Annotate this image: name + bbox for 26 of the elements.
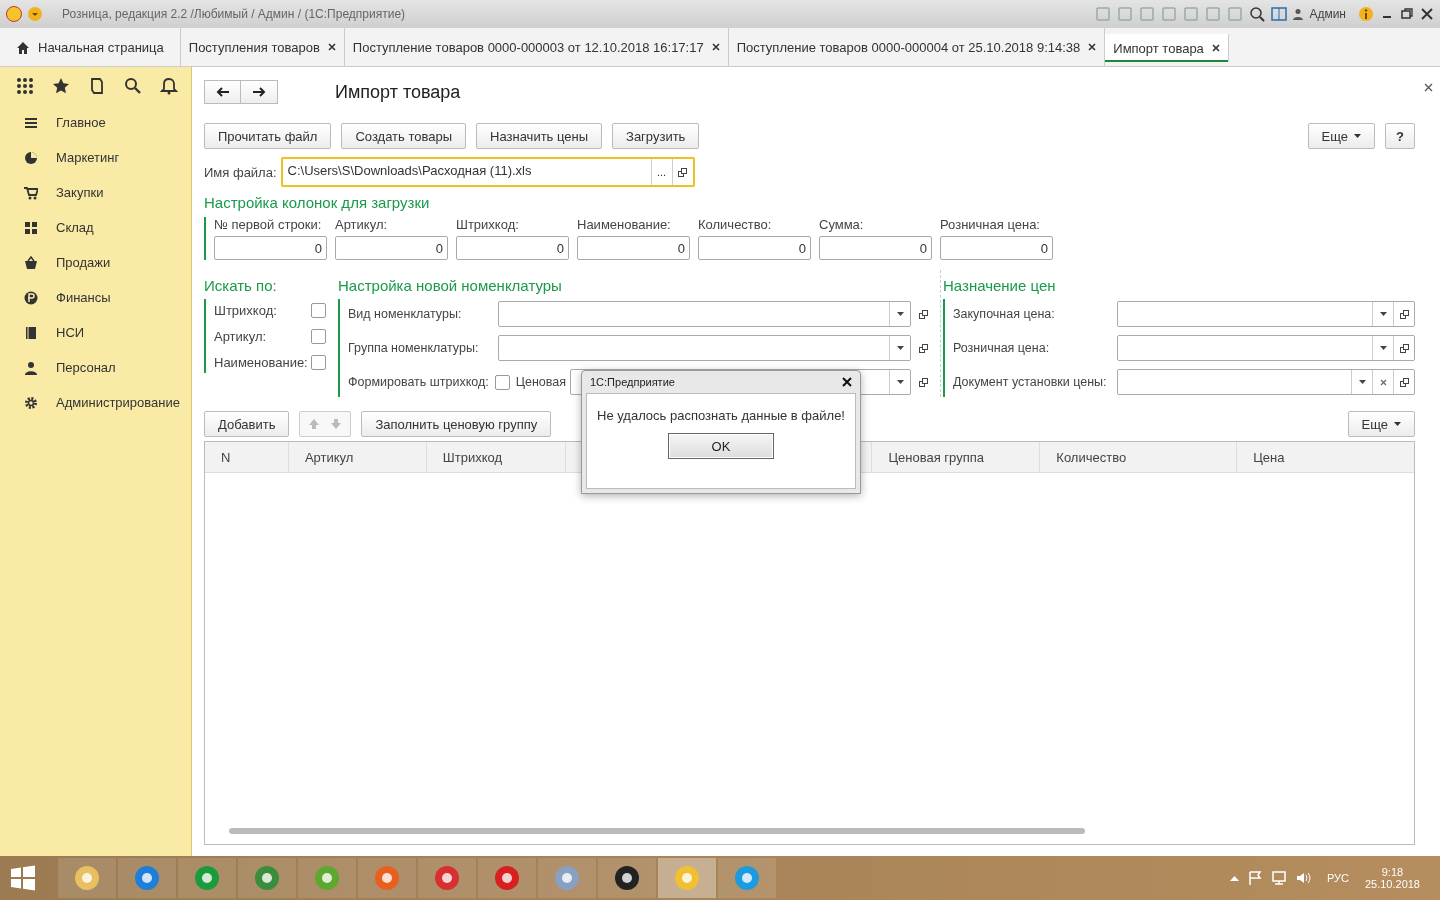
field-label: Документ установки цены: (953, 375, 1108, 389)
section-heading: Настройка новой номенклатуры (338, 277, 563, 294)
field-label: Розничная цена: (953, 341, 1051, 355)
checkbox-label: Формировать штрихкод: (348, 375, 489, 389)
section-heading: Искать по: (204, 277, 278, 294)
field-label: Группа номенклатуры: (348, 341, 480, 355)
field-label: Штрихкод: (456, 217, 520, 232)
field-label: Вид номенклатуры: (348, 307, 463, 321)
field-label: Сумма: (819, 217, 865, 232)
dialog-message: Не удалось распознать данные в файле! (597, 408, 845, 423)
field-label: Артикул: (335, 217, 389, 232)
form-title: Импорт товара (335, 81, 461, 103)
section-heading: Настройка колонок для загрузки (204, 194, 431, 211)
field-label: Количество: (698, 217, 773, 232)
checkbox-label: Штрихкод: (214, 302, 277, 318)
checkbox-label: Наименование: (214, 354, 308, 370)
field-label: Наименование: (577, 217, 672, 232)
field-label: Закупочная цена: (953, 307, 1056, 321)
section-heading: Назначение цен (943, 277, 1057, 294)
field-label: Ценовая (515, 375, 567, 389)
checkbox-label: Артикул: (214, 328, 267, 344)
field-label: Имя файла: (204, 164, 277, 180)
field-label: № первой строки: (214, 217, 323, 232)
field-label: Розничная цена: (940, 217, 1041, 232)
dialog-title: 1С:Предприятие (590, 376, 675, 388)
window-title: Розница, редакция 2.2 /Любимый / Админ / (1С:Предприятие) (62, 7, 406, 21)
